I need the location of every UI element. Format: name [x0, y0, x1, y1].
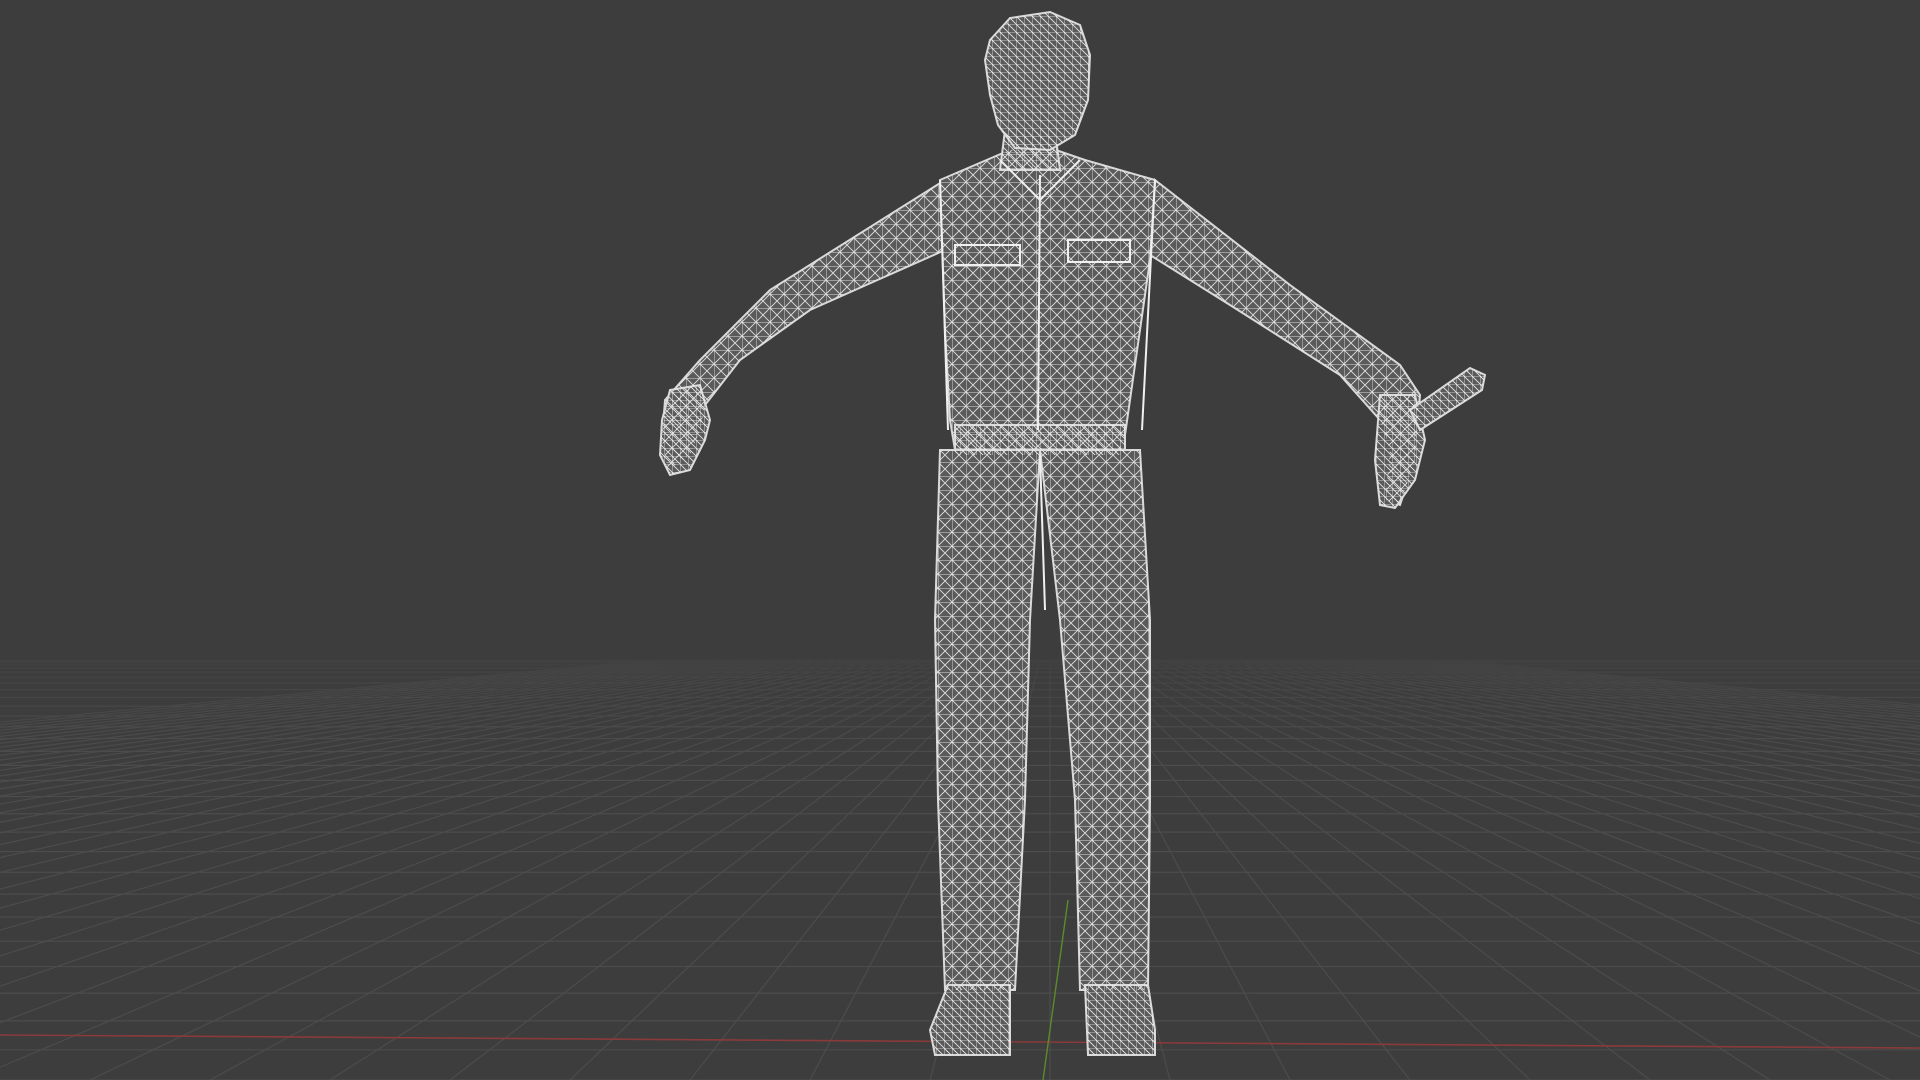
- y-axis-line: [1042, 899, 1069, 1080]
- viewport-canvas[interactable]: [0, 0, 1920, 1080]
- 3d-viewport[interactable]: [0, 0, 1920, 1080]
- character-wireframe-mesh[interactable]: [658, 10, 1487, 1056]
